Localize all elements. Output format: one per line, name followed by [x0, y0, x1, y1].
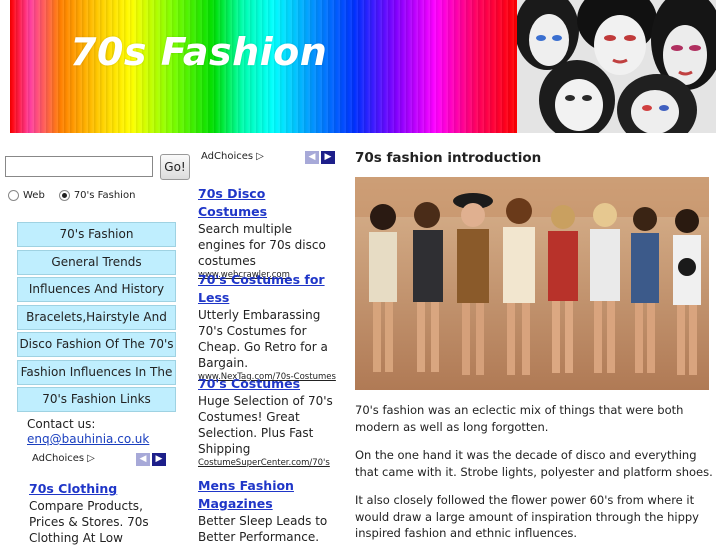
adchoices-icon: ▷ — [256, 151, 264, 162]
radio-web[interactable] — [8, 190, 19, 201]
nav-item-fashion-influences[interactable]: Fashion Influences In The — [17, 359, 176, 385]
intro-paragraph-3: It also closely followed the flower powe… — [355, 493, 699, 540]
nav-item-fashion-links[interactable]: 70's Fashion Links — [17, 387, 176, 412]
page-edge — [716, 0, 727, 545]
nav-item-bracelets-hairstyle[interactable]: Bracelets,Hairstyle And — [17, 304, 176, 330]
page-title: 70s fashion introduction — [355, 150, 542, 166]
adchoices-label: AdChoices — [201, 151, 254, 162]
contact-email-link[interactable]: enq@bauhinia.co.uk — [27, 432, 149, 446]
ad-title-link[interactable]: 70's Costumes — [198, 375, 338, 393]
contact-block: Contact us: enq@bauhinia.co.uk — [27, 417, 149, 447]
adchoices-icon: ▷ — [87, 453, 95, 464]
radio-site-label: 70's Fashion — [73, 190, 136, 201]
ad-text: Huge Selection of 70's Costumes! Great S… — [198, 394, 333, 456]
middle-ad-1: 70s Disco Costumes Search multiple engin… — [198, 185, 338, 282]
nav-item-70s-fashion[interactable]: 70's Fashion — [17, 222, 176, 247]
header-banner: 70s Fashion — [0, 0, 727, 133]
sidebar-nav: 70's Fashion General Trends Influences A… — [17, 222, 176, 415]
nav-item-general-trends[interactable]: General Trends — [17, 249, 176, 275]
ad-title-link[interactable]: Mens Fashion Magazines — [198, 477, 338, 513]
search-input[interactable] — [5, 156, 153, 177]
seventies-models-photo — [355, 177, 709, 390]
radio-web-label: Web — [23, 190, 45, 201]
ad-url-link[interactable]: CostumeSuperCenter.com/70's — [198, 457, 338, 470]
middle-ad-2: 70's Costumes for Less Utterly Embarassi… — [198, 271, 338, 384]
ad-title-link[interactable]: 70s Clothing — [29, 480, 159, 498]
ad-next-button-middle[interactable]: ▶ — [321, 151, 335, 164]
radio-site[interactable] — [58, 190, 70, 201]
middle-ad-4: Mens Fashion Magazines Better Sleep Lead… — [198, 477, 338, 545]
ad-title-link[interactable]: 70s Disco Costumes — [198, 185, 338, 221]
ad-next-button-left[interactable]: ▶ — [152, 453, 166, 466]
adchoices-middle[interactable]: AdChoices ▷ — [201, 151, 264, 162]
middle-ad-3: 70's Costumes Huge Selection of 70's Cos… — [198, 375, 338, 470]
site-title: 70s Fashion — [70, 30, 328, 74]
intro-paragraph-2: On the one hand it was the decade of dis… — [355, 448, 713, 479]
ad-text: Search multiple engines for 70s disco co… — [198, 222, 326, 268]
adchoices-label: AdChoices — [32, 453, 85, 464]
search-scope-options: Web 70's Fashion — [8, 190, 135, 201]
intro-paragraph-1: 70's fashion was an eclectic mix of thin… — [355, 403, 684, 434]
left-ad-1: 70s Clothing Compare Products, Prices & … — [29, 480, 159, 545]
ad-title-link[interactable]: 70's Costumes for Less — [198, 271, 338, 307]
nav-item-disco-fashion[interactable]: Disco Fashion Of The 70's — [17, 332, 176, 357]
ad-prev-button-left[interactable]: ◀ — [136, 453, 150, 466]
faces-collage-image — [517, 0, 716, 133]
ad-text: Utterly Embarassing 70's Costumes for Ch… — [198, 308, 328, 370]
go-button[interactable]: Go! — [160, 154, 190, 180]
ad-text: Better Sleep Leads to Better Performance… — [198, 514, 328, 544]
nav-item-influences-history[interactable]: Influences And History — [17, 277, 176, 302]
ad-prev-button-middle[interactable]: ◀ — [305, 151, 319, 164]
ad-text: Compare Products, Prices & Stores. 70s C… — [29, 499, 149, 545]
adchoices-left[interactable]: AdChoices ▷ — [32, 453, 95, 464]
contact-label: Contact us: — [27, 417, 96, 431]
